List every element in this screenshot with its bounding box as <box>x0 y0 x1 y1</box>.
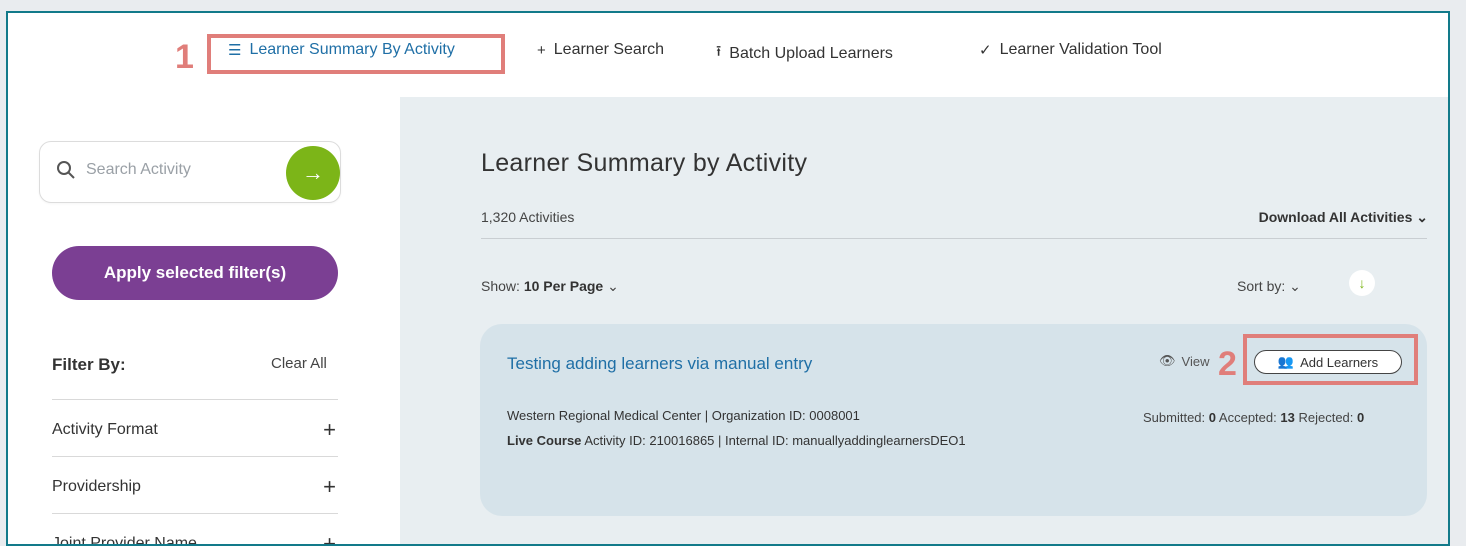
nav-batch-upload[interactable]: ⭱ Batch Upload Learners <box>716 41 893 66</box>
search-submit-button[interactable]: → <box>286 146 340 200</box>
organization-info: Western Regional Medical Center | Organi… <box>507 408 860 423</box>
nav-batch-upload-label: Batch Upload Learners <box>729 44 893 62</box>
nav-validation-tool[interactable]: ✓ Learner Validation Tool <box>979 41 1162 59</box>
eye-icon: 👁 <box>1159 353 1176 368</box>
expand-plus-icon[interactable]: + <box>323 417 336 443</box>
arrow-down-icon: ↓ <box>1358 275 1366 291</box>
filter-label: Joint Provider Name <box>52 535 197 546</box>
expand-plus-icon[interactable]: + <box>323 474 336 500</box>
show-label: Show: <box>481 278 520 294</box>
chevron-down-icon: ⌄ <box>607 278 619 294</box>
course-ids: Activity ID: 210016865 | Internal ID: ma… <box>584 433 966 448</box>
nav-learner-search[interactable]: + Learner Search <box>537 41 664 59</box>
sort-by-label: Sort by: <box>1237 278 1286 294</box>
accepted-value: 13 <box>1280 410 1295 425</box>
chevron-down-icon: ⌄ <box>1416 209 1428 225</box>
nav-validation-tool-label: Learner Validation Tool <box>999 41 1162 58</box>
filter-label: Activity Format <box>52 421 158 438</box>
sort-direction-button[interactable]: ↓ <box>1349 270 1375 296</box>
learner-stats: Submitted: 0 Accepted: 13 Rejected: 0 <box>1143 410 1364 425</box>
callout-number-2: 2 <box>1218 345 1237 383</box>
divider <box>52 513 338 514</box>
divider <box>481 238 1427 239</box>
rejected-value: 0 <box>1357 410 1365 425</box>
rejected-label: Rejected: <box>1298 410 1354 425</box>
clear-all-link[interactable]: Clear All <box>271 355 327 372</box>
expand-plus-icon[interactable]: + <box>323 531 336 544</box>
apply-filters-button[interactable]: Apply selected filter(s) <box>52 246 338 300</box>
per-page-value: 10 Per Page <box>523 278 604 294</box>
activity-card: Testing adding learners via manual entry… <box>480 324 1427 516</box>
nav-learner-search-label: Learner Search <box>553 41 665 58</box>
divider <box>52 456 338 457</box>
download-label: Download All Activities <box>1258 209 1413 225</box>
filter-joint-provider[interactable]: Joint Provider Name + <box>52 531 338 546</box>
main-content: Learner Summary by Activity 1,320 Activi… <box>400 97 1448 544</box>
filter-label: Providership <box>52 478 141 495</box>
view-label: View <box>1181 353 1210 369</box>
view-link[interactable]: 👁 View <box>1159 353 1209 369</box>
nav-learner-summary[interactable]: ☰ Learner Summary By Activity <box>228 41 455 59</box>
add-user-icon: 👥 <box>1277 354 1295 369</box>
nav-learner-summary-label: Learner Summary By Activity <box>249 41 455 58</box>
filter-activity-format[interactable]: Activity Format + <box>52 417 338 442</box>
page-title: Learner Summary by Activity <box>481 149 808 177</box>
filter-providership[interactable]: Providership + <box>52 474 338 499</box>
activity-title-link[interactable]: Testing adding learners via manual entry <box>507 354 812 374</box>
add-learners-label: Add Learners <box>1300 354 1379 370</box>
course-type: Live Course <box>507 433 582 448</box>
download-all-dropdown[interactable]: Download All Activities ⌄ <box>1259 209 1428 226</box>
per-page-select[interactable]: Show: 10 Per Page ⌄ <box>481 278 619 295</box>
top-navigation: 1 ☰ Learner Summary By Activity + Learne… <box>8 13 1448 97</box>
add-learners-button[interactable]: 👥 Add Learners <box>1254 350 1402 374</box>
search-input[interactable] <box>86 161 266 179</box>
app-frame: 1 ☰ Learner Summary By Activity + Learne… <box>6 11 1450 546</box>
accepted-label: Accepted: <box>1218 410 1277 425</box>
course-info: Live Course Activity ID: 210016865 | Int… <box>507 433 966 448</box>
search-icon <box>57 161 75 179</box>
sort-by-select[interactable]: Sort by: ⌄ <box>1237 278 1301 295</box>
submitted-value: 0 <box>1208 410 1217 425</box>
filter-sidebar: → Apply selected filter(s) Filter By: Cl… <box>8 97 400 546</box>
list-icon: ☰ <box>228 42 242 59</box>
upload-icon: ⭱ <box>716 43 722 60</box>
plus-icon: + <box>537 41 546 59</box>
filter-by-heading: Filter By: <box>52 355 126 374</box>
check-icon: ✓ <box>979 42 992 59</box>
callout-number-1: 1 <box>175 38 194 76</box>
arrow-right-icon: → <box>302 160 324 185</box>
chevron-down-icon: ⌄ <box>1289 278 1301 294</box>
submitted-label: Submitted: <box>1143 410 1206 425</box>
divider <box>52 399 338 400</box>
activity-count: 1,320 Activities <box>481 209 575 225</box>
